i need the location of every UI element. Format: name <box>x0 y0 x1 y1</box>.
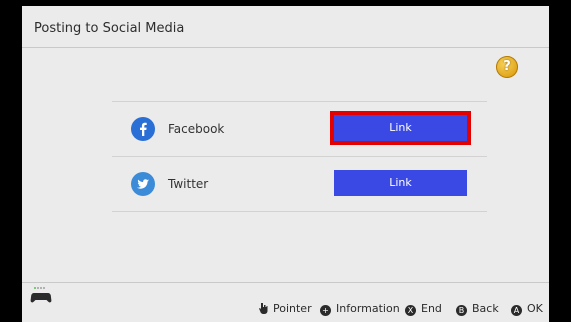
service-row-twitter: Twitter Link <box>112 157 487 212</box>
hint-pointer-label: Pointer <box>273 302 312 315</box>
service-row-facebook: Facebook Link <box>112 101 487 157</box>
page-title: Posting to Social Media <box>34 21 185 36</box>
hint-end: X End <box>405 302 442 316</box>
help-question-icon[interactable]: ? <box>496 56 518 78</box>
x-button-icon: X <box>405 305 416 316</box>
a-button-icon: A <box>511 305 522 316</box>
hint-back-label: Back <box>472 302 499 315</box>
help-glyph: ? <box>503 59 511 74</box>
twitter-icon <box>131 172 155 196</box>
facebook-icon <box>131 117 155 141</box>
pointer-icon <box>259 303 268 314</box>
hint-pointer: Pointer <box>258 302 312 315</box>
plus-button-icon: + <box>320 305 331 316</box>
hint-end-label: End <box>421 302 442 315</box>
hint-back: B Back <box>456 302 499 316</box>
controller-icon <box>30 284 52 306</box>
social-media-panel: Posting to Social Media ? Facebook Link … <box>22 6 549 322</box>
facebook-link-button[interactable]: Link <box>334 115 467 141</box>
twitter-label: Twitter <box>168 177 209 191</box>
facebook-label: Facebook <box>168 122 225 136</box>
twitter-link-button[interactable]: Link <box>334 170 467 196</box>
header: Posting to Social Media <box>22 6 549 48</box>
screen: Posting to Social Media ? Facebook Link … <box>0 0 571 322</box>
hint-information: + Information <box>320 302 400 316</box>
hint-information-label: Information <box>336 302 400 315</box>
hint-ok-label: OK <box>527 302 543 315</box>
b-button-icon: B <box>456 305 467 316</box>
hint-ok: A OK <box>511 302 543 316</box>
